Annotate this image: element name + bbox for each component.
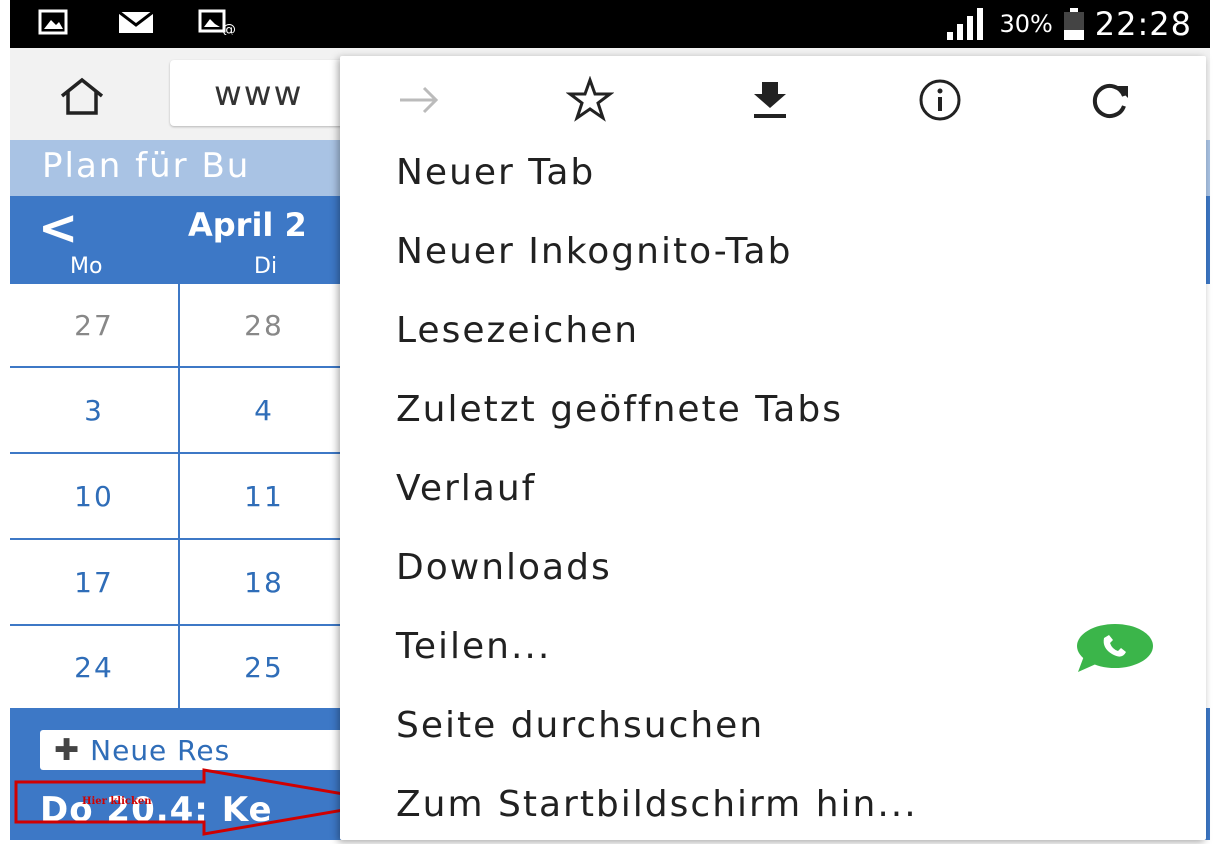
calendar-day[interactable]: 24 — [10, 626, 180, 708]
mail-icon — [118, 10, 154, 33]
status-bar: @ 30% 22:28 — [10, 0, 1210, 48]
menu-item-add-to-homescreen[interactable]: Zum Startbildschirm hin... — [396, 784, 918, 844]
bookmark-star-icon[interactable] — [566, 76, 614, 124]
calendar-month-label: April 2 — [188, 206, 307, 244]
menu-item-bookmarks[interactable]: Lesezeichen — [396, 310, 639, 370]
new-reservation-label: Neue Res — [90, 733, 231, 767]
menu-item-share[interactable]: Teilen... — [396, 626, 551, 686]
menu-item-incognito-tab[interactable]: Neuer Inkognito-Tab — [396, 231, 792, 291]
weekday-label: Di — [254, 254, 278, 279]
battery-percent: 30% — [999, 10, 1053, 38]
url-text: www — [214, 74, 304, 114]
browser-overflow-menu: Neuer Tab Neuer Inkognito-Tab Lesezeiche… — [340, 56, 1206, 840]
calendar-day[interactable]: 3 — [10, 368, 180, 454]
calendar-day[interactable]: 17 — [10, 540, 180, 626]
weekday-label: Mo — [70, 254, 103, 279]
info-icon[interactable] — [916, 76, 964, 124]
menu-item-history[interactable]: Verlauf — [396, 468, 536, 528]
forward-icon[interactable] — [396, 76, 444, 124]
signal-icon — [947, 8, 984, 40]
calendar-day[interactable]: 4 — [180, 368, 350, 454]
prev-month-button[interactable]: < — [38, 200, 78, 256]
menu-icon-row — [340, 56, 1206, 140]
menu-item-downloads[interactable]: Downloads — [396, 547, 612, 607]
clock: 22:28 — [1094, 5, 1192, 43]
calendar-day[interactable]: 28 — [180, 284, 350, 368]
mms-icon: @ — [198, 9, 236, 35]
new-reservation-button[interactable]: ✚ Neue Res — [40, 730, 360, 770]
calendar-day[interactable]: 27 — [10, 284, 180, 368]
calendar-day[interactable]: 10 — [10, 454, 180, 540]
battery-icon — [1063, 8, 1084, 40]
download-icon[interactable] — [746, 76, 794, 124]
page-title: Plan für Bu — [42, 146, 251, 186]
menu-item-recent-tabs[interactable]: Zuletzt geöffnete Tabs — [396, 389, 843, 449]
calendar-day[interactable]: 25 — [180, 626, 350, 708]
svg-text:@: @ — [222, 22, 236, 35]
menu-item-new-tab[interactable]: Neuer Tab — [396, 152, 595, 212]
home-icon[interactable] — [58, 76, 106, 116]
calendar-day[interactable]: 11 — [180, 454, 350, 540]
image-icon — [38, 9, 68, 35]
whatsapp-icon[interactable] — [1074, 622, 1156, 674]
annotation-text: Hier klicken — [82, 796, 152, 807]
annotation-arrow — [14, 768, 391, 836]
reload-icon[interactable] — [1086, 76, 1134, 124]
menu-item-find-in-page[interactable]: Seite durchsuchen — [396, 705, 764, 765]
plus-icon: ✚ — [54, 732, 81, 768]
calendar-day[interactable]: 18 — [180, 540, 350, 626]
